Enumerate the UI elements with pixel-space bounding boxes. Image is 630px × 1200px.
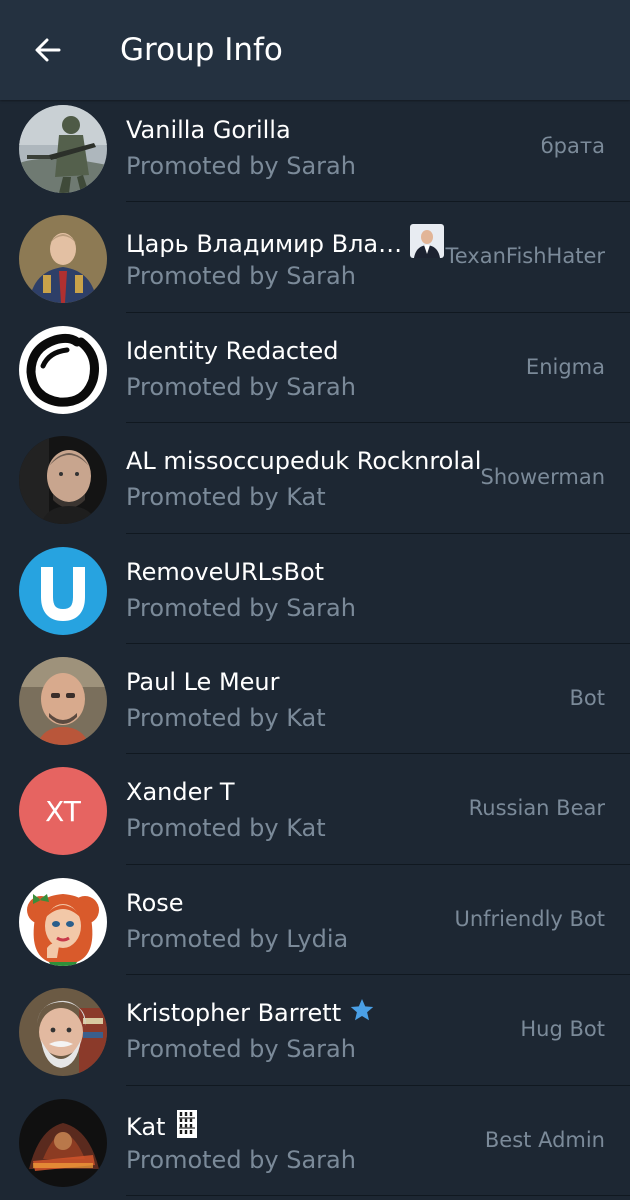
list-item[interactable]: Vanilla Gorilla Promoted by Sarah брата	[0, 92, 630, 203]
avatar	[19, 877, 107, 966]
promoted-by-label: Promoted by Sarah	[126, 372, 356, 401]
promoted-by-label: Promoted by Sarah	[126, 262, 356, 291]
member-name: Xander T	[126, 778, 235, 807]
promoted-by-label: Promoted by Sarah	[126, 1145, 356, 1174]
star-icon	[349, 997, 375, 1031]
promoted-by-label: Promoted by Kat	[126, 703, 326, 732]
avatar	[19, 215, 107, 304]
list-item[interactable]: AL missoccupeduk Rocknrolal Promoted by …	[0, 423, 630, 534]
list-item[interactable]: Identity Redacted Promoted by Sarah Enig…	[0, 313, 630, 424]
promoted-by-label: Promoted by Kat	[126, 483, 326, 512]
list-item[interactable]: XT Xander T Promoted by Kat Russian Bear	[0, 754, 630, 865]
bearded-man-photo-icon	[19, 988, 107, 1077]
list-item[interactable]: Царь Владимир Вла… Promoted by Sarah Tex…	[0, 202, 630, 313]
promoted-by-label: Promoted by Sarah	[126, 1035, 356, 1064]
avatar-initials: XT	[45, 795, 82, 828]
top-app-bar: Group Info	[0, 0, 630, 100]
member-name: Identity Redacted	[126, 336, 339, 365]
admin-title: Bot	[569, 685, 606, 710]
enso-circle-icon	[19, 325, 107, 414]
group-info-screen: Group Info Vanilla Gorilla Promoted by S…	[0, 0, 630, 1200]
member-name: RemoveURLsBot	[126, 557, 325, 586]
admin-title: Unfriendly Bot	[454, 906, 605, 931]
avatar: XT	[19, 767, 107, 856]
promoted-by-label: Promoted by Sarah	[126, 152, 356, 180]
member-name: Vanilla Gorilla	[126, 116, 291, 144]
avatar	[19, 1098, 107, 1187]
admin-title: Russian Bear	[468, 796, 605, 821]
initials-avatar-icon: XT	[19, 767, 107, 856]
member-name-text: Kat	[126, 1112, 166, 1141]
member-name-text: Царь Владимир Вла…	[126, 230, 403, 259]
admin-title: Enigma	[525, 354, 605, 379]
man-in-suit-emoji-icon	[410, 224, 445, 266]
admin-title: Showerman	[480, 465, 605, 490]
tsar-portrait-icon	[19, 215, 107, 304]
arrow-left-icon	[35, 38, 61, 62]
avatar	[19, 105, 107, 193]
admin-title: Best Admin	[484, 1127, 605, 1152]
page-title: Group Info	[120, 32, 283, 68]
soldier-photo-icon	[19, 105, 107, 193]
list-item[interactable]: Rose Promoted by Lydia Unfriendly Bot	[0, 865, 630, 976]
admin-title: Hug Bot	[520, 1017, 605, 1042]
promoted-by-label: Promoted by Sarah	[126, 593, 356, 622]
list-item[interactable]: Kat Promoted by Sarah Best Admin	[0, 1086, 630, 1196]
back-button[interactable]	[18, 20, 78, 80]
avatar	[19, 546, 107, 635]
avatar	[19, 656, 107, 745]
divider	[126, 1194, 630, 1196]
cartoon-woman-icon	[19, 877, 107, 966]
member-name: Rose	[126, 888, 184, 917]
poster-art-icon	[19, 1098, 107, 1187]
member-name-text: Kristopher Barrett	[126, 999, 342, 1028]
admin-title: брата	[540, 134, 605, 158]
man-photo-icon	[19, 436, 107, 525]
member-name: Paul Le Meur	[126, 667, 280, 696]
admin-title: TexanFishHater	[445, 244, 606, 269]
list-item[interactable]: RemoveURLsBot Promoted by Sarah	[0, 534, 630, 644]
promoted-by-label: Promoted by Lydia	[126, 924, 349, 953]
list-item[interactable]: Kristopher Barrett Promoted by Sarah Hug…	[0, 975, 630, 1086]
list-item[interactable]: Paul Le Meur Promoted by Kat Bot	[0, 644, 630, 755]
avatar	[19, 325, 107, 414]
avatar	[19, 988, 107, 1077]
member-name: Kat	[126, 1108, 201, 1148]
admin-list: Vanilla Gorilla Promoted by Sarah брата	[0, 92, 630, 1196]
custom-emoji-icon	[173, 1108, 201, 1148]
member-name: Kristopher Barrett	[126, 997, 375, 1031]
letter-u-icon	[19, 546, 107, 635]
bald-man-photo-icon	[19, 656, 107, 745]
avatar	[19, 436, 107, 525]
member-name: AL missoccupeduk Rocknrolal	[126, 447, 482, 476]
promoted-by-label: Promoted by Kat	[126, 814, 326, 843]
